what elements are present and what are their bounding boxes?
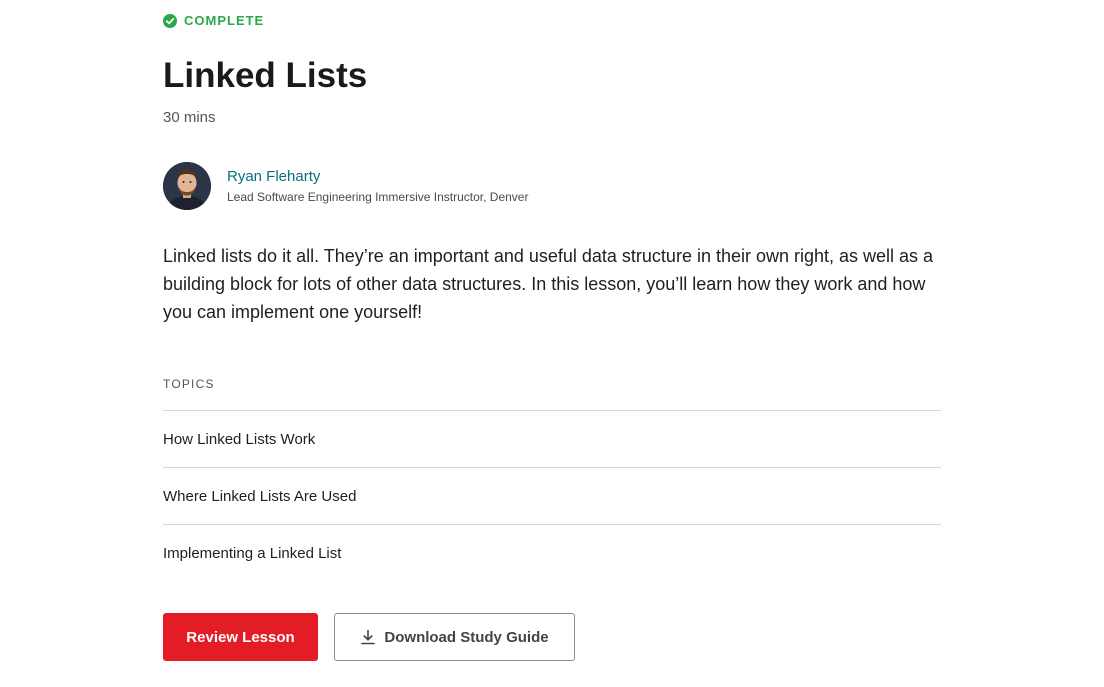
lesson-page: COMPLETE Linked Lists 30 mins Ryan Fleha… xyxy=(0,0,1104,687)
instructor-card: Ryan Fleharty Lead Software Engineering … xyxy=(163,162,528,210)
page-title: Linked Lists xyxy=(163,56,368,95)
completion-status: COMPLETE xyxy=(163,13,264,28)
lesson-description: Linked lists do it all. They’re an impor… xyxy=(163,246,934,322)
instructor-role: Lead Software Engineering Immersive Inst… xyxy=(227,190,529,204)
status-label: COMPLETE xyxy=(184,13,265,28)
topics-list: How Linked Lists Work Where Linked Lists… xyxy=(163,410,941,581)
review-lesson-button[interactable]: Review Lesson xyxy=(163,613,318,661)
topic-implementing-a-linked-list[interactable]: Implementing a Linked List xyxy=(163,524,941,581)
check-circle-icon xyxy=(163,13,177,28)
topic-where-linked-lists-are-used[interactable]: Where Linked Lists Are Used xyxy=(163,467,941,524)
lesson-duration: 30 mins xyxy=(163,109,216,126)
download-study-guide-label: Download Study Guide xyxy=(384,628,549,646)
topics-heading: TOPICS xyxy=(163,377,215,391)
instructor-name-link[interactable]: Ryan Fleharty xyxy=(227,168,528,185)
lesson-actions: Review Lesson Download Study Guide xyxy=(163,613,575,661)
download-study-guide-button[interactable]: Download Study Guide xyxy=(334,613,575,661)
instructor-info: Ryan Fleharty Lead Software Engineering … xyxy=(227,168,528,204)
download-icon xyxy=(360,629,376,645)
avatar xyxy=(163,162,211,210)
topic-how-linked-lists-work[interactable]: How Linked Lists Work xyxy=(163,410,941,467)
